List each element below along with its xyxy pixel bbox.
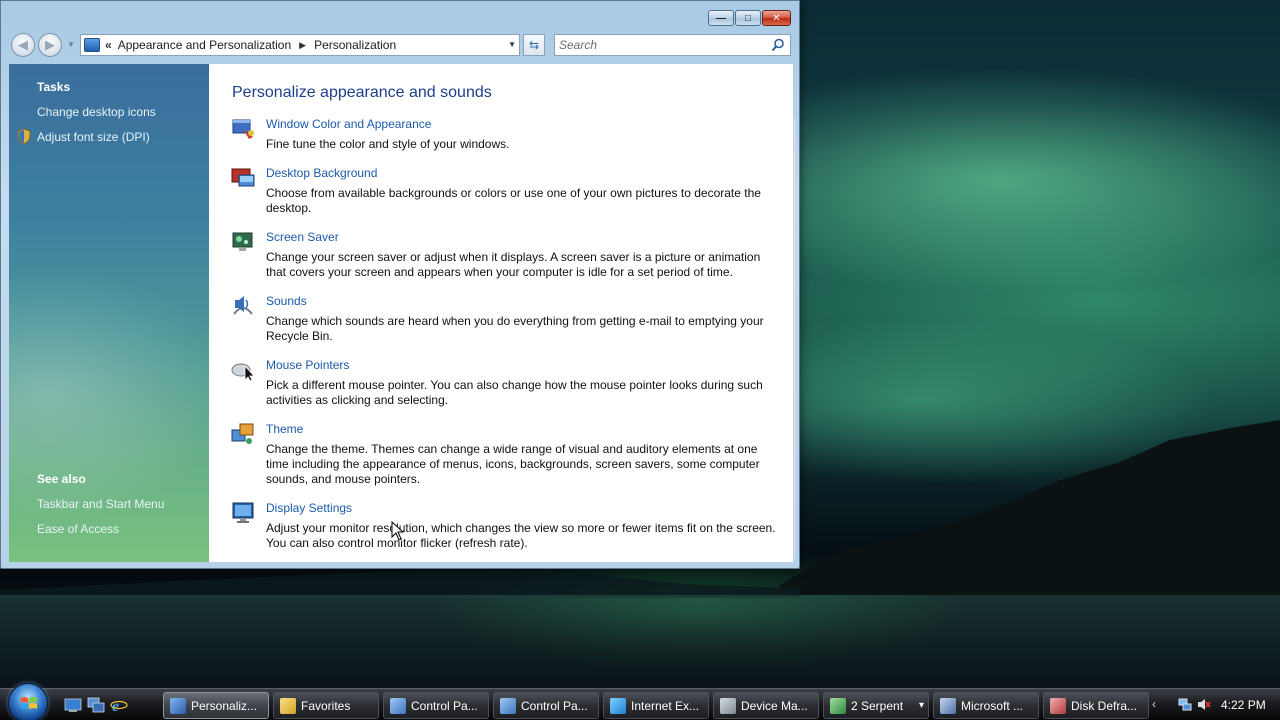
lake-reflection <box>0 595 1280 688</box>
tasks-heading: Tasks <box>37 80 71 94</box>
taskbar-button-label: Microsoft ... <box>961 698 1024 713</box>
close-button[interactable]: ✕ <box>762 10 791 26</box>
breadcrumb-separator-icon[interactable]: ▶ <box>299 40 306 51</box>
svg-text:e: e <box>112 698 119 714</box>
personalization-icon <box>170 697 186 714</box>
refresh-icon: ⇆ <box>528 38 540 52</box>
window-color-link[interactable]: Window Color and Appearance <box>266 117 431 131</box>
windows-logo-icon <box>21 697 37 709</box>
task-pane: Tasks Change desktop icons Adjust font s… <box>9 64 209 562</box>
disk-defrag-icon <box>1050 697 1066 714</box>
display-settings-description: Adjust your monitor resolution, which ch… <box>266 521 776 550</box>
recent-pages-dropdown[interactable]: ▼ <box>67 40 75 49</box>
taskbar-button-label: Device Ma... <box>741 698 808 713</box>
display-settings-link[interactable]: Display Settings <box>266 501 352 515</box>
start-button[interactable] <box>8 683 48 720</box>
theme-icon <box>231 423 254 444</box>
tray-expand-button[interactable]: ‹ <box>1152 697 1156 711</box>
taskbar-button[interactable]: Device Ma... <box>713 692 819 719</box>
taskbar-button-label: Favorites <box>301 698 351 713</box>
taskbar-button[interactable]: Personaliz... <box>163 692 269 719</box>
taskbar-button-label: Control Pa... <box>521 698 588 713</box>
search-icon[interactable] <box>771 38 785 52</box>
screen-saver-description: Change your screen saver or adjust when … <box>266 250 761 279</box>
taskbar-button-label: Disk Defra... <box>1071 698 1138 713</box>
taskbar-button-label: Personaliz... <box>191 698 258 713</box>
taskbar-button-label: Internet Ex... <box>631 698 700 713</box>
maximize-button[interactable]: □ <box>735 10 761 26</box>
taskbar-button[interactable]: Internet Ex... <box>603 692 709 719</box>
show-desktop-icon[interactable] <box>64 696 82 714</box>
clock[interactable]: 4:22 PM <box>1221 698 1266 712</box>
group-dropdown-icon[interactable]: ▾ <box>919 700 924 711</box>
serpent-icon <box>830 697 846 714</box>
window-color-icon <box>232 119 254 139</box>
taskbar-button[interactable]: Microsoft ... <box>933 692 1039 719</box>
control-panel-icon <box>390 697 406 714</box>
internet-explorer-icon <box>610 697 626 714</box>
ease-of-access-link[interactable]: Ease of Access <box>37 522 119 536</box>
caption-buttons: — □ ✕ <box>708 10 791 26</box>
back-arrow-icon: ◀ <box>18 37 28 52</box>
sounds-icon <box>233 296 253 315</box>
internet-explorer-icon[interactable]: e <box>110 696 128 714</box>
mouse-pointers-icon <box>231 363 255 382</box>
mouse-pointers-link[interactable]: Mouse Pointers <box>266 358 349 372</box>
sounds-description: Change which sounds are heard when you d… <box>266 314 764 343</box>
change-desktop-icons-link[interactable]: Change desktop icons <box>37 105 156 119</box>
taskbar-start-menu-link[interactable]: Taskbar and Start Menu <box>37 497 164 511</box>
control-panel-icon <box>500 697 516 714</box>
shield-icon <box>17 129 31 144</box>
content-divider <box>794 119 802 559</box>
forward-button[interactable]: ▶ <box>38 33 62 57</box>
taskbar-button[interactable]: Favorites <box>273 692 379 719</box>
display-settings-icon <box>232 502 254 523</box>
device-manager-icon <box>720 697 736 714</box>
breadcrumb-personalization[interactable]: Personalization <box>314 38 396 52</box>
search-box[interactable] <box>554 34 791 56</box>
page-title: Personalize appearance and sounds <box>232 84 492 101</box>
desktop-background-icon <box>231 168 255 187</box>
theme-link[interactable]: Theme <box>266 422 303 436</box>
taskbar-button[interactable]: Control Pa... <box>383 692 489 719</box>
folder-icon <box>280 697 296 714</box>
desktop-background-link[interactable]: Desktop Background <box>266 166 377 180</box>
microsoft-icon <box>940 697 956 714</box>
address-overflow-chevron[interactable]: « <box>105 38 112 52</box>
personalization-window: — □ ✕ ◀ ▶ ▼ « Appearance and Personaliza… <box>0 0 800 569</box>
screen-saver-link[interactable]: Screen Saver <box>266 230 339 244</box>
text-cursor-icon <box>391 521 405 541</box>
desktop-background-description: Choose from available backgrounds or col… <box>266 186 761 215</box>
mouse-pointers-description: Pick a different mouse pointer. You can … <box>266 378 763 407</box>
volume-muted-icon[interactable] <box>1197 698 1211 711</box>
navigation-bar: ◀ ▶ ▼ « Appearance and Personalization ▶… <box>9 31 793 59</box>
back-button[interactable]: ◀ <box>11 33 35 57</box>
control-panel-icon <box>84 38 100 52</box>
see-also-heading: See also <box>37 472 86 486</box>
refresh-button[interactable]: ⇆ <box>523 34 545 56</box>
taskbar-button[interactable]: Control Pa... <box>493 692 599 719</box>
screen-saver-icon <box>232 232 253 251</box>
search-input[interactable] <box>559 38 759 52</box>
taskbar-button[interactable]: Disk Defra... <box>1043 692 1149 719</box>
taskbar-button-label: 2 Serpent <box>851 698 904 713</box>
breadcrumb-appearance[interactable]: Appearance and Personalization <box>118 38 291 52</box>
minimize-button[interactable]: — <box>708 10 734 26</box>
address-dropdown-icon[interactable]: ▼ <box>508 40 516 49</box>
theme-description: Change the theme. Themes can change a wi… <box>266 442 760 486</box>
forward-arrow-icon: ▶ <box>45 37 55 52</box>
adjust-font-size-link[interactable]: Adjust font size (DPI) <box>37 130 150 144</box>
network-icon[interactable] <box>1178 698 1192 711</box>
sounds-link[interactable]: Sounds <box>266 294 307 308</box>
taskbar-button[interactable]: 2 Serpent ▾ <box>823 692 929 719</box>
taskbar-button-label: Control Pa... <box>411 698 478 713</box>
switch-windows-icon[interactable] <box>87 696 105 714</box>
window-color-description: Fine tune the color and style of your wi… <box>266 137 510 151</box>
content-area: Personalize appearance and sounds Window… <box>209 64 795 562</box>
taskbar: e Personaliz... Favorites Control Pa... Con… <box>0 683 1280 720</box>
address-bar[interactable]: « Appearance and Personalization ▶ Perso… <box>80 34 520 56</box>
